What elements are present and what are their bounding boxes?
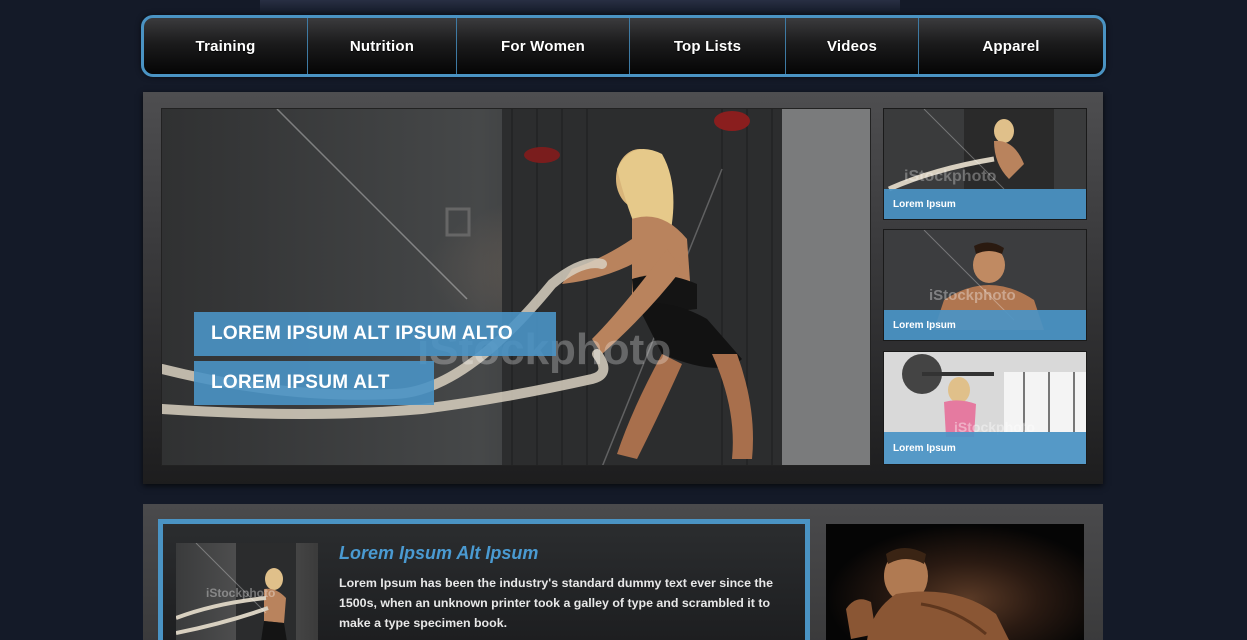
thumbnail-card[interactable]: iStockphoto Lorem Ipsum [883,229,1087,341]
svg-text:iStockphoto: iStockphoto [904,168,997,185]
nav-top-lists[interactable]: Top Lists [630,18,786,74]
nav-training[interactable]: Training [144,18,308,74]
nav-nutrition[interactable]: Nutrition [308,18,457,74]
nav-videos[interactable]: Videos [786,18,919,74]
nav-for-women[interactable]: For Women [457,18,630,74]
hero-illustration: iStockphoto [162,109,870,465]
side-promo-image[interactable] [826,524,1084,640]
thumbnail-card[interactable]: iStockphoto Lorem Ipsum [883,108,1087,220]
feature-thumbnail-image: iStockphoto [176,543,296,640]
thumbnail-label: Lorem Ipsum [884,189,1086,219]
thumbnail-card[interactable]: iStockphoto Lorem Ipsum [883,351,1087,465]
svg-text:iStockphoto: iStockphoto [206,586,275,600]
feature-title[interactable]: Lorem Ipsum Alt Ipsum [339,543,538,564]
feature-thumbnail[interactable]: iStockphoto [176,543,318,640]
nav-apparel[interactable]: Apparel [919,18,1103,74]
feature-article: iStockphoto Lorem Ipsum Alt Ipsum Lorem … [158,519,810,640]
header-glow [260,0,900,14]
feature-body-text: Lorem Ipsum has been the industry's stan… [339,576,773,630]
side-promo-illustration [846,548,1009,640]
hero-headline-secondary[interactable]: LOREM IPSUM ALT [194,361,434,405]
thumbnail-label: Lorem Ipsum [884,310,1086,340]
hero-headline-primary[interactable]: LOREM IPSUM ALT IPSUM ALTO [194,312,556,356]
content-panel: iStockphoto Lorem Ipsum Alt Ipsum Lorem … [143,504,1103,640]
thumbnail-label: Lorem Ipsum [884,432,1086,464]
main-nav: Training Nutrition For Women Top Lists V… [141,15,1106,77]
hero-panel: iStockphoto LOREM IPSUM ALT IPSUM ALTO L… [143,92,1103,484]
hero-image[interactable]: iStockphoto LOREM IPSUM ALT IPSUM ALTO L… [161,108,871,466]
svg-text:iStockphoto: iStockphoto [929,287,1016,304]
